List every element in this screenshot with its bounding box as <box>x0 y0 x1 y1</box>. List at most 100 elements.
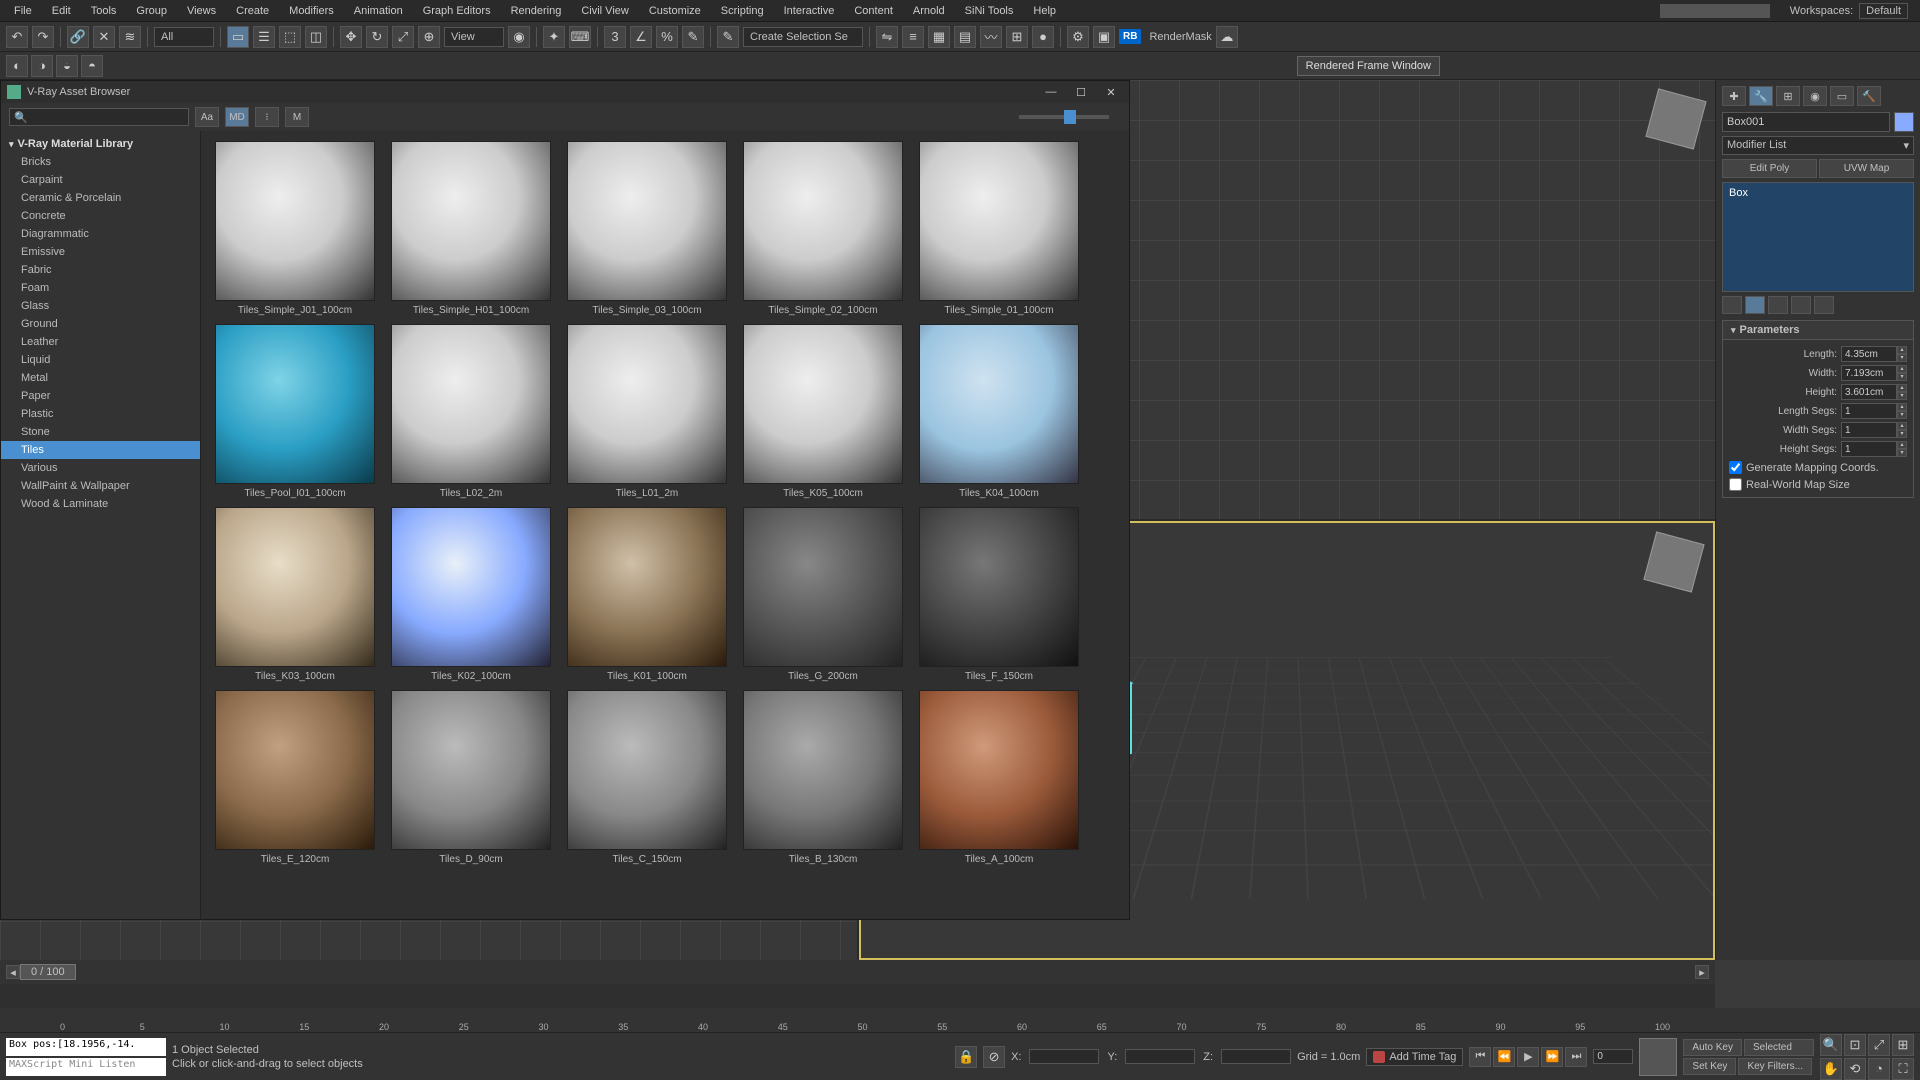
snap-toggle-button[interactable]: 3 <box>604 26 626 48</box>
material-editor-button[interactable]: ● <box>1032 26 1054 48</box>
material-thumb[interactable]: Tiles_K03_100cm <box>211 507 379 682</box>
nav-plus-icon[interactable] <box>1639 1038 1677 1076</box>
goto-start-button[interactable]: ⏮ <box>1469 1047 1491 1067</box>
mode-list-button[interactable]: ⁝ <box>255 107 279 127</box>
key-filters-button[interactable]: Key Filters... <box>1738 1058 1812 1075</box>
key-filter-selected[interactable]: Selected <box>1744 1039 1814 1056</box>
menu-rendering[interactable]: Rendering <box>501 2 572 20</box>
unlink-button[interactable]: ✕ <box>93 26 115 48</box>
pan-button[interactable]: ✋ <box>1820 1058 1842 1080</box>
material-thumb[interactable]: Tiles_Simple_J01_100cm <box>211 141 379 316</box>
menu-customize[interactable]: Customize <box>639 2 711 20</box>
zoom-extents-button[interactable]: ⤢ <box>1868 1034 1890 1056</box>
time-slider[interactable]: ◂ 0 / 100 ▸ <box>0 960 1715 984</box>
category-bricks[interactable]: Bricks <box>1 153 200 171</box>
category-metal[interactable]: Metal <box>1 369 200 387</box>
length-down[interactable]: ▾ <box>1897 354 1907 362</box>
rb-badge[interactable]: RB <box>1119 29 1141 44</box>
maximize-viewport-button[interactable]: ⛶ <box>1892 1058 1914 1080</box>
category-ground[interactable]: Ground <box>1 315 200 333</box>
category-paper[interactable]: Paper <box>1 387 200 405</box>
show-end-result-button[interactable] <box>1745 296 1765 314</box>
mode-m-button[interactable]: M <box>285 107 309 127</box>
material-thumb[interactable]: Tiles_Simple_03_100cm <box>563 141 731 316</box>
make-unique-button[interactable] <box>1768 296 1788 314</box>
material-thumb[interactable]: Tiles_Simple_02_100cm <box>739 141 907 316</box>
lock-selection-button[interactable]: 🔒 <box>955 1046 977 1068</box>
parameters-rollout-header[interactable]: Parameters <box>1722 320 1914 340</box>
widseg-up[interactable]: ▴ <box>1897 422 1907 430</box>
material-thumb[interactable]: Tiles_K04_100cm <box>915 324 1083 499</box>
width-input[interactable] <box>1841 365 1897 381</box>
category-ceramic-porcelain[interactable]: Ceramic & Porcelain <box>1 189 200 207</box>
material-thumb[interactable]: Tiles_E_120cm <box>211 690 379 865</box>
uvw-map-button[interactable]: UVW Map <box>1819 159 1914 178</box>
render-button[interactable]: ☁ <box>1216 26 1238 48</box>
material-thumb[interactable]: Tiles_L02_2m <box>387 324 555 499</box>
fov-button[interactable]: ◔ <box>1868 1058 1890 1080</box>
modifier-stack[interactable]: Box <box>1722 182 1914 292</box>
edit-poly-button[interactable]: Edit Poly <box>1722 159 1817 178</box>
use-pivot-center-button[interactable]: ◉ <box>508 26 530 48</box>
lenseg-input[interactable] <box>1841 403 1897 419</box>
mirror-button[interactable]: ⇋ <box>876 26 898 48</box>
close-icon[interactable]: ✕ <box>1099 83 1123 101</box>
trackbar[interactable] <box>0 984 1715 1008</box>
length-input[interactable] <box>1841 346 1897 362</box>
menu-group[interactable]: Group <box>126 2 177 20</box>
scale-button[interactable]: ⤢ <box>392 26 414 48</box>
category-wood-laminate[interactable]: Wood & Laminate <box>1 495 200 513</box>
workspace-dropdown[interactable]: Default <box>1859 3 1908 19</box>
material-thumb[interactable]: Tiles_B_130cm <box>739 690 907 865</box>
minimize-icon[interactable]: — <box>1039 83 1063 101</box>
hgtseg-input[interactable] <box>1841 441 1897 457</box>
gen-mapping-checkbox[interactable] <box>1729 461 1742 474</box>
width-down[interactable]: ▾ <box>1897 373 1907 381</box>
play-button[interactable]: ▶ <box>1517 1047 1539 1067</box>
sec-btn-1[interactable]: ◐ <box>6 55 28 77</box>
sec-btn-2[interactable]: ◑ <box>31 55 53 77</box>
curve-editor-button[interactable]: 〰 <box>980 26 1002 48</box>
material-thumb[interactable]: Tiles_K02_100cm <box>387 507 555 682</box>
material-thumb[interactable]: Tiles_F_150cm <box>915 507 1083 682</box>
configure-sets-button[interactable] <box>1814 296 1834 314</box>
viewcube-persp-icon[interactable] <box>1643 531 1704 592</box>
signin-placeholder[interactable] <box>1660 4 1770 18</box>
asset-browser-titlebar[interactable]: V-Ray Asset Browser — ☐ ✕ <box>1 81 1129 103</box>
display-tab[interactable]: ▭ <box>1830 86 1854 106</box>
thumbnail-zoom-slider[interactable] <box>1019 115 1109 119</box>
menu-tools[interactable]: Tools <box>81 2 127 20</box>
window-crossing-button[interactable]: ◫ <box>305 26 327 48</box>
category-plastic[interactable]: Plastic <box>1 405 200 423</box>
menu-arnold[interactable]: Arnold <box>903 2 955 20</box>
autokey-button[interactable]: Auto Key <box>1683 1039 1742 1056</box>
menu-help[interactable]: Help <box>1023 2 1066 20</box>
isolate-button[interactable]: ⊘ <box>983 1046 1005 1068</box>
angle-snap-button[interactable]: ∠ <box>630 26 652 48</box>
keyboard-shortcut-button[interactable]: ⌨ <box>569 26 591 48</box>
menu-content[interactable]: Content <box>844 2 903 20</box>
category-glass[interactable]: Glass <box>1 297 200 315</box>
category-stone[interactable]: Stone <box>1 423 200 441</box>
category-emissive[interactable]: Emissive <box>1 243 200 261</box>
zoom-extents-all-button[interactable]: ⊞ <box>1892 1034 1914 1056</box>
redo-button[interactable]: ↷ <box>32 26 54 48</box>
create-tab[interactable]: ✚ <box>1722 86 1746 106</box>
menu-modifiers[interactable]: Modifiers <box>279 2 344 20</box>
z-input[interactable] <box>1221 1049 1291 1064</box>
material-thumb[interactable]: Tiles_D_90cm <box>387 690 555 865</box>
mode-aa-button[interactable]: Aa <box>195 107 219 127</box>
placement-button[interactable]: ⊕ <box>418 26 440 48</box>
menu-views[interactable]: Views <box>177 2 226 20</box>
modify-tab[interactable]: 🔧 <box>1749 86 1773 106</box>
prev-frame-play-button[interactable]: ⏪ <box>1493 1047 1515 1067</box>
menu-sini-tools[interactable]: SiNi Tools <box>955 2 1024 20</box>
height-up[interactable]: ▴ <box>1897 384 1907 392</box>
align-button[interactable]: ≡ <box>902 26 924 48</box>
move-button[interactable]: ✥ <box>340 26 362 48</box>
mode-md-button[interactable]: MD <box>225 107 249 127</box>
edit-named-sel-button[interactable]: ✎ <box>717 26 739 48</box>
width-up[interactable]: ▴ <box>1897 365 1907 373</box>
rotate-button[interactable]: ↻ <box>366 26 388 48</box>
menu-file[interactable]: File <box>4 2 42 20</box>
